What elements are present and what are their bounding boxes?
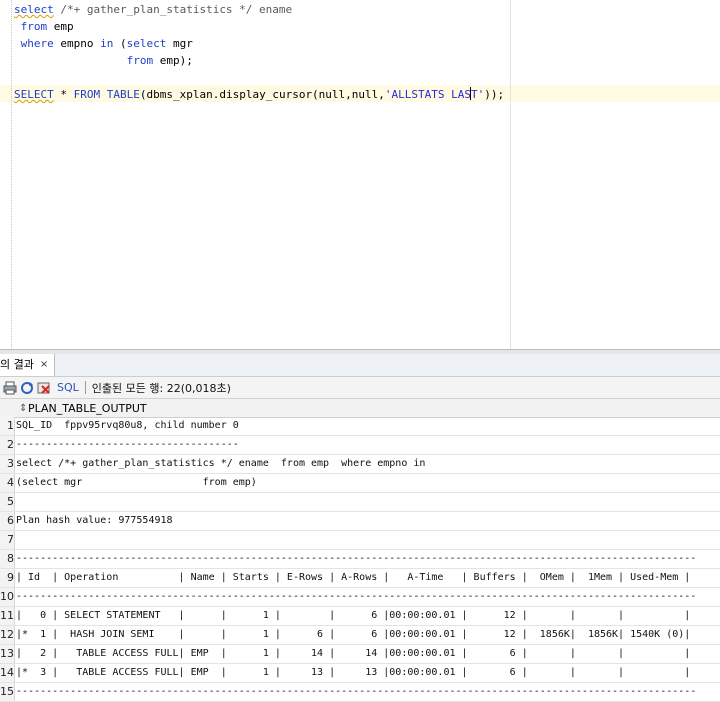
result-grid: 1 SQL_ID fppv95rvq80u8, child number 0 2-… <box>0 417 720 702</box>
table-cell[interactable]: ----------------------------------------… <box>16 683 696 701</box>
close-icon[interactable]: × <box>40 354 48 376</box>
row-number: 14 <box>0 664 15 682</box>
fetch-status: 인출된 모든 행: 22(0,018초) <box>91 381 231 395</box>
row-number: 5 <box>0 493 15 511</box>
row-number: 2 <box>0 436 15 454</box>
table-cell[interactable]: ------------------------------------- <box>16 436 239 454</box>
table-row[interactable]: 4 (select mgr from emp) <box>0 474 720 493</box>
table-row[interactable]: 15 --------------------------------------… <box>0 683 720 702</box>
row-number: 8 <box>0 550 15 568</box>
table-row[interactable]: 10 --------------------------------------… <box>0 588 720 607</box>
row-number: 12 <box>0 626 15 644</box>
sql-link[interactable]: SQL <box>57 381 79 394</box>
row-number: 13 <box>0 645 15 663</box>
table-row[interactable]: 6 Plan hash value: 977554918 <box>0 512 720 531</box>
row-number: 1 <box>0 417 15 435</box>
row-number: 3 <box>0 455 15 473</box>
row-number: 9 <box>0 569 15 587</box>
table-row[interactable]: 5 <box>0 493 720 512</box>
code-line-4[interactable]: from emp); <box>14 52 193 69</box>
editor-right-margin <box>510 0 511 349</box>
table-cell[interactable]: ----------------------------------------… <box>16 550 696 568</box>
table-row[interactable]: 8 ---------------------------------------… <box>0 550 720 569</box>
table-cell[interactable]: | 2 | TABLE ACCESS FULL| EMP | 1 | 14 | … <box>16 645 690 663</box>
table-row[interactable]: 1 SQL_ID fppv95rvq80u8, child number 0 <box>0 417 720 436</box>
table-cell[interactable]: |* 3 | TABLE ACCESS FULL| EMP | 1 | 13 |… <box>16 664 690 682</box>
tab-label: 의 결과 <box>0 358 34 371</box>
row-number: 6 <box>0 512 15 530</box>
table-cell[interactable]: ----------------------------------------… <box>16 588 696 606</box>
table-cell[interactable]: select /*+ gather_plan_statistics */ ena… <box>16 455 425 473</box>
table-cell[interactable]: | 0 | SELECT STATEMENT | | 1 | | 6 |00:0… <box>16 607 690 625</box>
cancel-query-icon[interactable] <box>37 381 51 395</box>
table-row[interactable]: 9 | Id | Operation | Name | Starts | E-Ro… <box>0 569 720 588</box>
grid-header: ⇕ PLAN_TABLE_OUTPUT <box>0 399 720 418</box>
row-number: 11 <box>0 607 15 625</box>
code-line-6[interactable]: SELECT * FROM TABLE(dbms_xplan.display_c… <box>14 86 504 103</box>
code-line-1[interactable]: select /*+ gather_plan_statistics */ ena… <box>14 1 292 18</box>
table-row[interactable]: 12 |* 1 | HASH JOIN SEMI | | 1 | 6 | 6 |0… <box>0 626 720 645</box>
column-header-plan-table-output[interactable]: PLAN_TABLE_OUTPUT <box>28 402 147 415</box>
tab-query-result[interactable]: 의 결과 × <box>0 354 56 376</box>
print-icon[interactable] <box>3 381 17 395</box>
toolbar-separator <box>84 381 86 394</box>
row-number: 4 <box>0 474 15 492</box>
sort-icon[interactable]: ⇕ <box>19 403 28 414</box>
text-caret <box>470 87 471 100</box>
code-line-3[interactable]: where empno in (select mgr <box>14 35 193 52</box>
row-number: 7 <box>0 531 15 549</box>
table-row[interactable]: 13 | 2 | TABLE ACCESS FULL| EMP | 1 | 14 … <box>0 645 720 664</box>
row-number: 15 <box>0 683 15 701</box>
table-cell[interactable]: Plan hash value: 977554918 <box>16 512 173 530</box>
table-row[interactable]: 14 |* 3 | TABLE ACCESS FULL| EMP | 1 | 13… <box>0 664 720 683</box>
table-cell[interactable]: SQL_ID fppv95rvq80u8, child number 0 <box>16 417 239 435</box>
editor-gutter <box>11 0 13 349</box>
code-line-2[interactable]: from emp <box>14 18 74 35</box>
table-row[interactable]: 7 <box>0 531 720 550</box>
table-row[interactable]: 2 ------------------------------------- <box>0 436 720 455</box>
results-toolbar: SQL 인출된 모든 행: 22(0,018초) <box>0 377 720 399</box>
table-cell[interactable]: |* 1 | HASH JOIN SEMI | | 1 | 6 | 6 |00:… <box>16 626 690 644</box>
table-cell[interactable]: (select mgr from emp) <box>16 474 257 492</box>
sql-editor[interactable]: select /*+ gather_plan_statistics */ ena… <box>0 0 720 349</box>
row-number: 10 <box>0 588 15 606</box>
table-row[interactable]: 11 | 0 | SELECT STATEMENT | | 1 | | 6 |00… <box>0 607 720 626</box>
table-cell[interactable]: | Id | Operation | Name | Starts | E-Row… <box>16 569 690 587</box>
refresh-icon[interactable] <box>20 381 34 395</box>
table-row[interactable]: 3 select /*+ gather_plan_statistics */ en… <box>0 455 720 474</box>
results-tabbar: 의 결과 × <box>0 354 720 377</box>
